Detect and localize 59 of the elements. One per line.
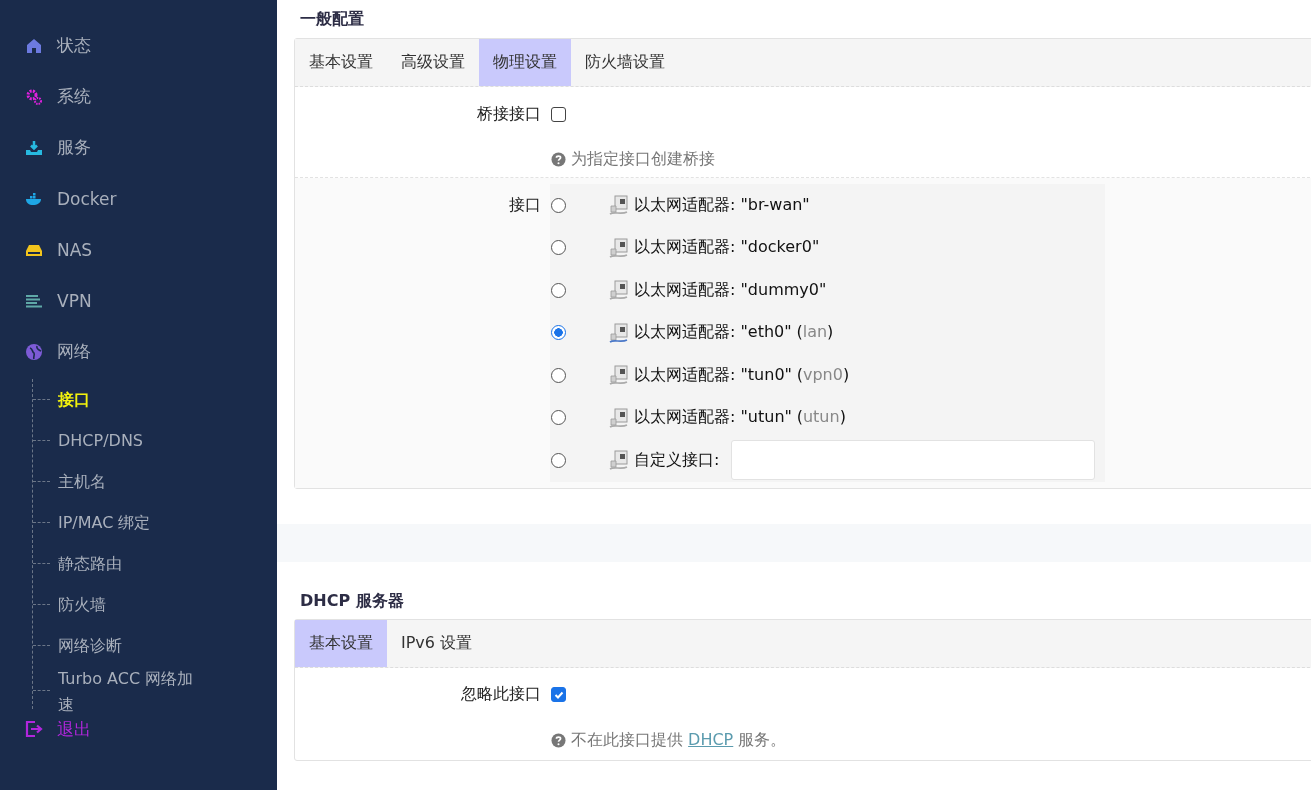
tab[interactable]: 高级设置 bbox=[387, 39, 479, 86]
checkbox[interactable] bbox=[551, 687, 566, 702]
submenu-item[interactable]: 接口 bbox=[58, 386, 206, 413]
option-label: 以太网适配器: "utun" (utun) bbox=[634, 407, 846, 429]
radio-button[interactable] bbox=[551, 410, 566, 426]
option-label: 以太网适配器: "eth0" (lan) bbox=[634, 322, 834, 344]
menu-item[interactable]: 服务 bbox=[0, 122, 277, 173]
menu-item[interactable]: 状态 bbox=[0, 20, 277, 71]
section-title: DHCP 服务器 bbox=[299, 589, 405, 612]
submenu-item[interactable]: IP/MAC 绑定 bbox=[58, 509, 206, 536]
radio-button[interactable] bbox=[551, 325, 566, 341]
menu-item[interactable]: 系统 bbox=[0, 71, 277, 122]
gears-icon bbox=[25, 87, 43, 106]
submenu-item[interactable]: Turbo ACC 网络加速 bbox=[58, 666, 206, 718]
tab[interactable]: 物理设置 bbox=[479, 39, 571, 86]
checkbox[interactable] bbox=[551, 106, 566, 122]
radio-button[interactable] bbox=[551, 197, 566, 213]
field-label: 接口 bbox=[508, 194, 541, 216]
option-label: 自定义接口: bbox=[634, 449, 720, 471]
field-label: 忽略此接口 bbox=[460, 684, 541, 705]
network-adapter-icon bbox=[609, 449, 629, 472]
download-tray-icon bbox=[25, 138, 43, 157]
home-icon bbox=[25, 36, 43, 55]
tab[interactable]: 基本设置 bbox=[295, 39, 387, 86]
network-adapter-icon bbox=[609, 321, 629, 344]
custom-interface-field[interactable] bbox=[731, 440, 1096, 481]
network-adapter-icon bbox=[609, 279, 629, 302]
help-text: 不在此接口提供 DHCP 服务。 bbox=[571, 730, 787, 751]
submenu-item[interactable]: DHCP/DNS bbox=[58, 427, 206, 454]
help-icon bbox=[551, 151, 566, 167]
menu-item[interactable]: NAS bbox=[0, 224, 277, 275]
tab[interactable]: IPv6 设置 bbox=[387, 619, 487, 667]
radio-button[interactable] bbox=[551, 282, 566, 298]
submenu-item[interactable]: 防火墙 bbox=[58, 591, 206, 618]
menu-item[interactable]: VPN bbox=[0, 275, 277, 326]
option-label: 以太网适配器: "dummy0" bbox=[634, 279, 827, 301]
network-adapter-icon bbox=[609, 194, 629, 217]
submenu-item[interactable]: 主机名 bbox=[58, 468, 206, 495]
tab[interactable]: 防火墙设置 bbox=[571, 39, 679, 86]
radio-button[interactable] bbox=[551, 367, 566, 383]
help-icon bbox=[551, 733, 566, 748]
menu-item[interactable]: 网络 bbox=[0, 326, 277, 377]
tab[interactable]: 基本设置 bbox=[295, 619, 387, 667]
option-label: 以太网适配器: "tun0" (vpn0) bbox=[634, 364, 850, 386]
menu-item[interactable]: Docker bbox=[0, 173, 277, 224]
submenu-item[interactable]: 静态路由 bbox=[58, 550, 206, 577]
network-adapter-icon bbox=[609, 364, 629, 387]
network-adapter-icon bbox=[609, 236, 629, 259]
network-adapter-icon bbox=[609, 406, 629, 429]
logout-icon bbox=[25, 720, 43, 738]
radio-button[interactable] bbox=[551, 240, 566, 256]
option-label: 以太网适配器: "docker0" bbox=[634, 237, 820, 259]
radio-button[interactable] bbox=[551, 452, 566, 468]
section-title: 一般配置 bbox=[299, 8, 365, 30]
help-text: 为指定接口创建桥接 bbox=[571, 148, 715, 170]
field-label: 桥接接口 bbox=[476, 103, 541, 125]
globe-icon bbox=[25, 342, 43, 361]
submenu-item[interactable]: 网络诊断 bbox=[58, 632, 206, 659]
option-label: 以太网适配器: "br-wan" bbox=[634, 194, 810, 216]
